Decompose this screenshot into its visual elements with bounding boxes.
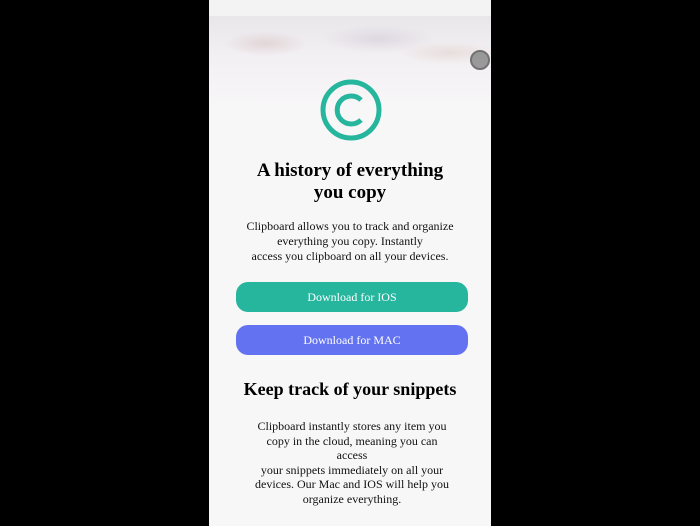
hero-title-line1: A history of everything: [256, 160, 444, 181]
hero-description-line2: everything you copy. Instantly: [277, 234, 423, 248]
hero-description-line1: Clipboard allows you to track and organi…: [246, 219, 454, 233]
hero-title: A history of everything you copy: [239, 160, 461, 204]
hero-description-line3: access you clipboard on all your devices…: [251, 249, 449, 263]
download-mac-button[interactable]: Download for MAC: [236, 325, 468, 355]
snippets-line: organize everything.: [302, 491, 402, 506]
floating-cursor-indicator: [470, 50, 490, 70]
hero-description: Clipboard allows you to track and organi…: [235, 219, 465, 264]
snippets-line: Clipboard instantly stores any item you: [257, 419, 447, 433]
hero-title-line2: you copy: [313, 182, 387, 203]
snippets-line: access: [336, 448, 368, 462]
download-ios-button[interactable]: Download for IOS: [236, 282, 468, 312]
snippets-description: Clipboard instantly stores any item you …: [247, 419, 457, 506]
top-strip: [209, 0, 491, 16]
snippets-line: devices. Our Mac and IOS will help you: [255, 477, 449, 491]
snippets-line: your snippets immediately on all your: [260, 462, 444, 477]
copyright-icon: [320, 79, 382, 141]
mobile-viewport: A history of everything you copy Clipboa…: [209, 0, 491, 526]
snippets-line: copy in the cloud, meaning you can: [266, 433, 438, 448]
snippets-title: Keep track of your snippets: [243, 379, 457, 399]
